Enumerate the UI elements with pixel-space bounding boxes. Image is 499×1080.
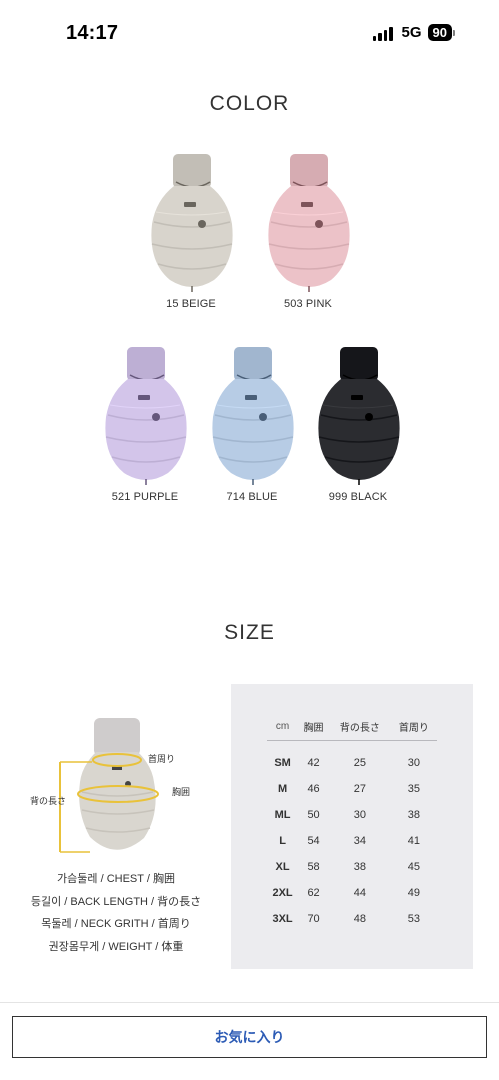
- chest-label: 胸囲: [172, 787, 191, 797]
- chest-cell: 50: [307, 809, 320, 821]
- battery-level: 90: [427, 24, 452, 41]
- header-unit: cm: [267, 714, 299, 741]
- neck-cell: 53: [407, 913, 420, 925]
- chest-cell: 42: [307, 757, 320, 770]
- black-coat-image: [318, 347, 400, 485]
- product-label-blue: 714 BLUE: [226, 491, 278, 503]
- product-black[interactable]: 999 BLACK: [308, 345, 408, 503]
- color-section-title: COLOR: [209, 92, 290, 115]
- pink-coat-image: [268, 154, 350, 292]
- table-row: SM 42 25 30: [267, 740, 437, 776]
- network-type: 5G: [401, 24, 422, 41]
- product-purple[interactable]: 521 PURPLE: [95, 345, 195, 503]
- back-cell: 48: [353, 913, 366, 925]
- measurement-legend: 가슴둘레 / CHEST / 胸囲 등길이 / BACK LENGTH / 背の…: [0, 868, 232, 958]
- blue-coat-image: [212, 347, 294, 485]
- size-cell: XL: [275, 861, 290, 873]
- chest-cell: 58: [307, 861, 320, 873]
- back-cell: 27: [353, 783, 366, 795]
- status-bar: 14:17 5G 90: [0, 0, 499, 64]
- neck-cell: 35: [407, 783, 420, 795]
- footer-divider: [0, 1002, 499, 1003]
- size-cell: ML: [274, 809, 291, 821]
- neck-cell: 49: [407, 887, 420, 899]
- neck-cell: 30: [407, 757, 420, 770]
- header-chest: 胸囲: [298, 714, 329, 741]
- table-row: XL 58 38 45: [267, 854, 437, 880]
- chest-cell: 46: [307, 783, 320, 795]
- measurement-neck: 목둘레 / NECK GRITH / 首周り: [41, 918, 191, 930]
- chest-cell: 62: [307, 887, 320, 899]
- purple-coat-image: [105, 347, 187, 485]
- chest-cell: 54: [307, 835, 320, 847]
- back-length-label: 背の長さ: [30, 796, 67, 806]
- table-row: L 54 34 41: [267, 828, 437, 854]
- size-illustration: 首周り 背の長さ 胸囲: [20, 712, 220, 862]
- product-beige[interactable]: 15 BEIGE: [141, 152, 241, 310]
- neck-label: 首周り: [148, 754, 176, 764]
- beige-coat-image: [151, 154, 233, 292]
- neck-cell: 45: [407, 861, 420, 873]
- size-section-title: SIZE: [224, 621, 275, 644]
- product-label-black: 999 BLACK: [328, 491, 388, 503]
- size-cell: 3XL: [272, 913, 293, 925]
- product-blue[interactable]: 714 BLUE: [202, 345, 302, 503]
- back-cell: 34: [353, 835, 366, 847]
- product-label-purple: 521 PURPLE: [111, 491, 179, 503]
- back-cell: 25: [353, 757, 366, 770]
- neck-cell: 38: [407, 809, 420, 821]
- size-cell: M: [277, 783, 288, 795]
- chest-cell: 70: [307, 913, 320, 925]
- header-neck: 首周り: [390, 714, 437, 741]
- measurement-chest: 가슴둘레 / CHEST / 胸囲: [57, 873, 175, 885]
- size-table: cm 胸囲 背の長さ 首周り SM 42 25 30 M 46 27 35 ML…: [231, 684, 473, 969]
- neck-cell: 41: [407, 835, 420, 847]
- table-row: ML 50 30 38: [267, 802, 437, 828]
- table-row: M 46 27 35: [267, 776, 437, 802]
- favorite-button[interactable]: お気に入り: [12, 1016, 487, 1058]
- header-back-length: 背の長さ: [328, 714, 391, 741]
- back-cell: 38: [353, 861, 366, 873]
- status-indicators: 5G 90: [372, 24, 455, 41]
- measurement-weight: 권장몸무게 / WEIGHT / 体重: [48, 940, 184, 953]
- back-cell: 44: [353, 887, 366, 899]
- table-row: 3XL 70 48 53: [267, 906, 437, 932]
- product-pink[interactable]: 503 PINK: [258, 152, 358, 310]
- product-label-beige: 15 BEIGE: [166, 298, 216, 310]
- table-row: 2XL 62 44 49: [267, 880, 437, 906]
- size-cell: L: [279, 835, 286, 847]
- status-time: 14:17: [66, 22, 119, 44]
- size-cell: SM: [274, 757, 291, 770]
- back-cell: 30: [353, 809, 366, 821]
- signal-icon: [372, 25, 393, 41]
- measurement-back-length: 등길이 / BACK LENGTH / 背の長さ: [30, 895, 202, 908]
- battery-icon: 90: [427, 24, 455, 41]
- product-label-pink: 503 PINK: [284, 298, 332, 310]
- size-cell: 2XL: [272, 887, 293, 899]
- size-table-header: cm 胸囲 背の長さ 首周り: [267, 714, 437, 741]
